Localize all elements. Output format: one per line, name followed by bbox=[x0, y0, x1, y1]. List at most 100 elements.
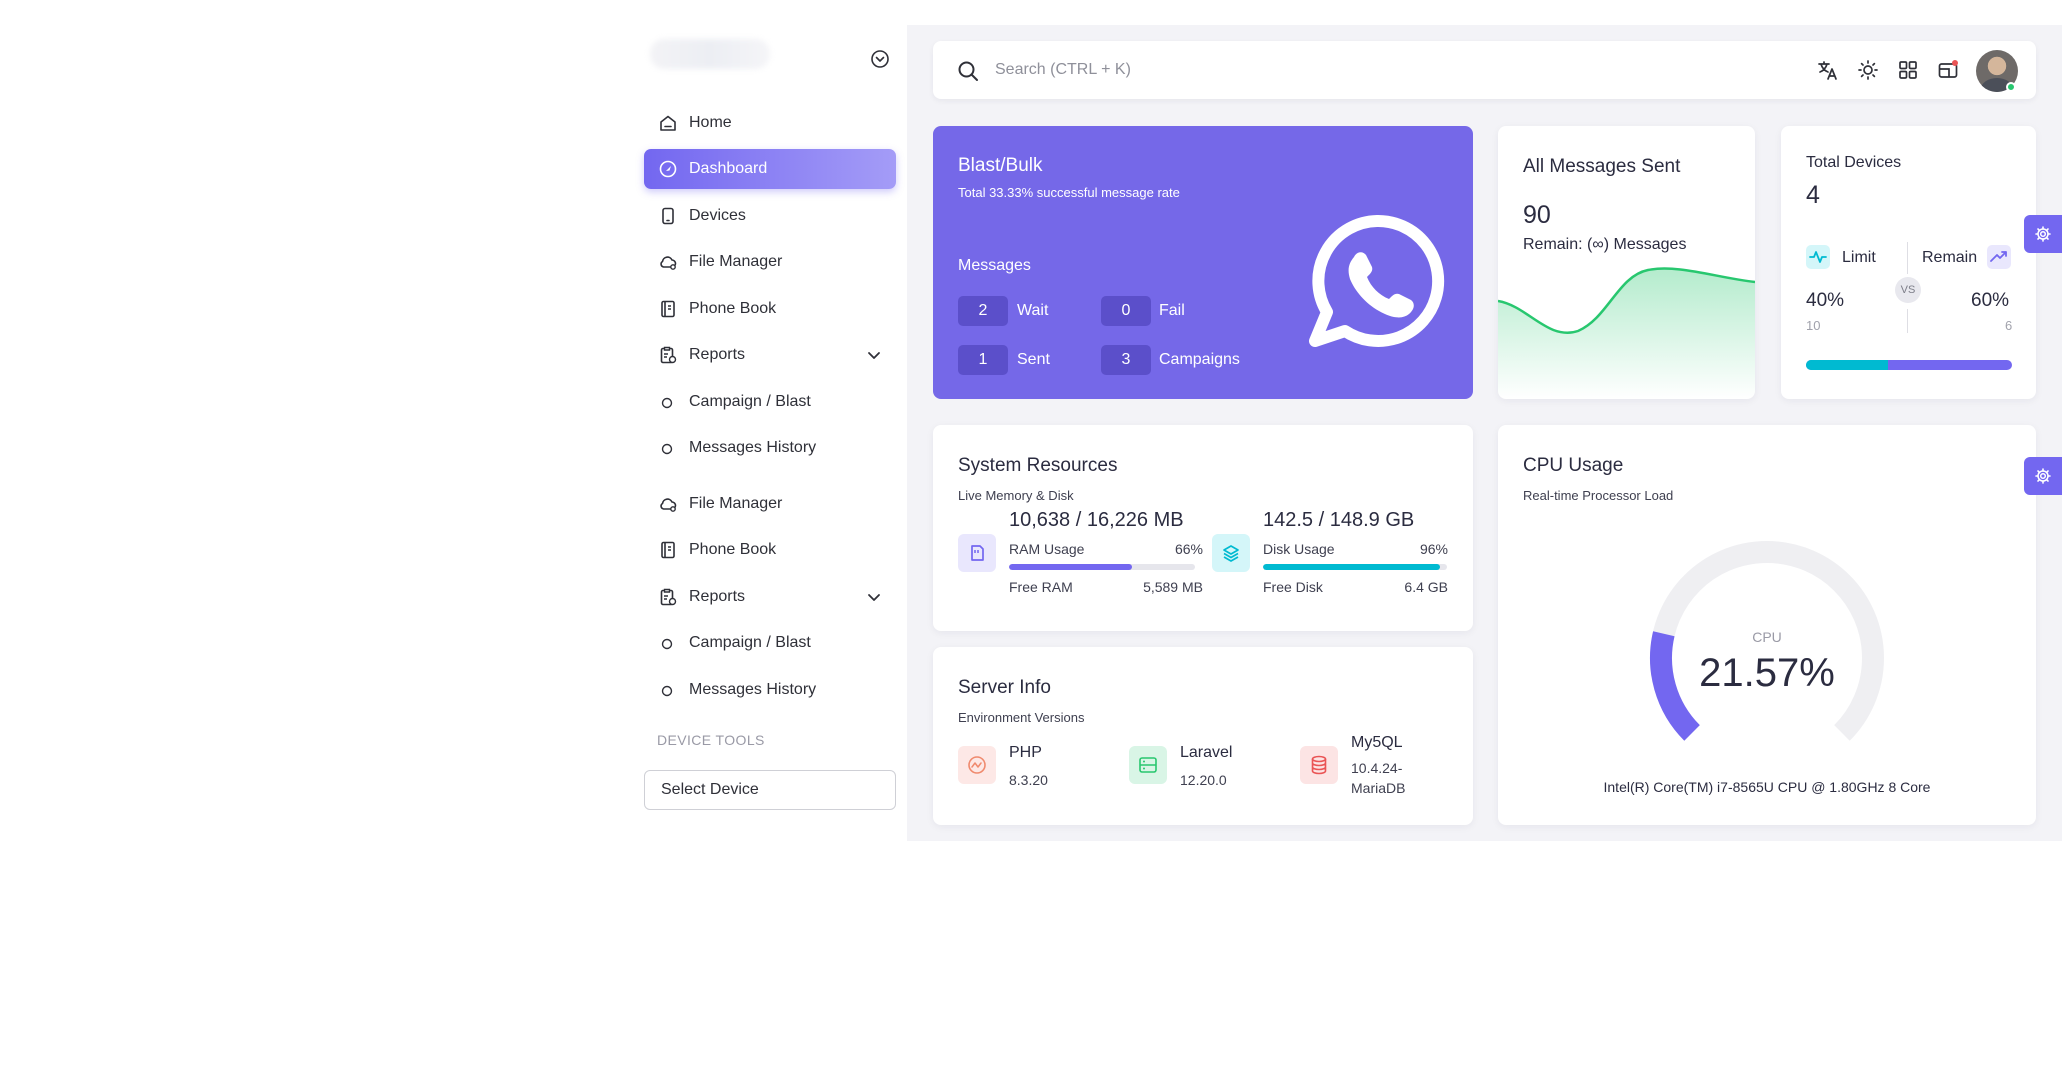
app-root: Home Dashboard Devices File Manager Phon… bbox=[0, 0, 2062, 1081]
phone-icon bbox=[658, 206, 678, 226]
layers-icon bbox=[1212, 534, 1250, 572]
card-title: Total Devices bbox=[1806, 154, 1902, 171]
sent-count: 1 bbox=[958, 345, 1008, 375]
cpu-value: 21.57% bbox=[1699, 651, 1835, 695]
search-icon[interactable] bbox=[957, 60, 979, 82]
brand-logo bbox=[650, 39, 770, 69]
laravel-version: 12.20.0 bbox=[1180, 772, 1227, 788]
mysql-name: My5QL bbox=[1351, 734, 1403, 751]
messages-sparkline bbox=[1498, 267, 1755, 399]
sidebar-item-messages-history[interactable]: Messages History bbox=[644, 670, 896, 710]
sidebar-item-file-manager[interactable]: File Manager bbox=[644, 242, 896, 282]
php-name: PHP bbox=[1009, 744, 1042, 761]
card-subtitle: Total 33.33% successful message rate bbox=[958, 185, 1180, 200]
card-subtitle: Live Memory & Disk bbox=[958, 488, 1074, 503]
free-ram-label: Free RAM bbox=[1009, 579, 1073, 595]
gauge-icon bbox=[658, 159, 678, 179]
book-icon bbox=[658, 299, 678, 319]
chevron-down-icon bbox=[866, 589, 882, 605]
whatsapp-icon bbox=[1307, 211, 1447, 351]
campaigns-label: Campaigns bbox=[1159, 351, 1240, 368]
sidebar-item-label: Phone Book bbox=[689, 300, 777, 317]
remain-percent: 60% bbox=[1971, 290, 2010, 311]
sidebar-item-label: Phone Book bbox=[689, 541, 777, 558]
sidebar-item-campaign-blast[interactable]: Campaign / Blast bbox=[644, 623, 896, 663]
messages-count: 90 bbox=[1523, 201, 1551, 229]
sidebar-item-phone-book[interactable]: Phone Book bbox=[644, 530, 896, 570]
customizer-toggle[interactable] bbox=[2024, 457, 2062, 495]
limit-label: Limit bbox=[1842, 249, 1876, 266]
sidebar-item-label: Messages History bbox=[689, 439, 817, 456]
sidebar-item-dashboard[interactable]: Dashboard bbox=[644, 149, 896, 189]
total-devices-card: Total Devices 4 Limit Remain VS 40% 60% … bbox=[1781, 126, 2036, 399]
ram-label: RAM Usage bbox=[1009, 541, 1085, 557]
sidebar-item-campaign-blast[interactable]: Campaign / Blast bbox=[644, 382, 896, 422]
select-device-dropdown[interactable]: Select Device bbox=[644, 770, 896, 810]
search-input[interactable] bbox=[995, 54, 1595, 86]
limit-percent: 40% bbox=[1806, 290, 1845, 311]
free-disk-value: 6.4 GB bbox=[1404, 579, 1448, 595]
sidebar-item-label: File Manager bbox=[689, 253, 783, 270]
sidebar-item-label: Home bbox=[689, 114, 732, 131]
cpu-model: Intel(R) Core(TM) i7-8565U CPU @ 1.80GHz… bbox=[1603, 779, 1931, 795]
devices-progress bbox=[1806, 360, 2012, 370]
section-title-device-tools: DEVICE TOOLS bbox=[657, 732, 765, 748]
sun-icon[interactable] bbox=[1857, 59, 1879, 81]
sidebar-item-messages-history[interactable]: Messages History bbox=[644, 428, 896, 468]
memory-icon bbox=[958, 534, 996, 572]
wait-label: Wait bbox=[1017, 302, 1049, 319]
circle-bullet-icon bbox=[661, 685, 673, 697]
translate-icon[interactable] bbox=[1817, 59, 1839, 81]
customizer-toggle[interactable] bbox=[2024, 215, 2062, 253]
cloud-icon bbox=[658, 252, 678, 272]
sidebar-item-reports[interactable]: Reports bbox=[644, 335, 896, 375]
sidebar-item-label: Dashboard bbox=[689, 160, 768, 177]
cpu-label: CPU bbox=[1752, 629, 1782, 645]
sidebar-item-phone-book[interactable]: Phone Book bbox=[644, 289, 896, 329]
divider bbox=[1907, 242, 1908, 274]
card-title: System Resources bbox=[958, 455, 1118, 476]
laravel-name: Laravel bbox=[1180, 744, 1233, 761]
php-icon bbox=[958, 746, 996, 784]
card-title: Server Info bbox=[958, 677, 1051, 698]
sidebar-item-label: Campaign / Blast bbox=[689, 393, 811, 410]
disk-label: Disk Usage bbox=[1263, 541, 1335, 557]
sidebar-item-file-manager[interactable]: File Manager bbox=[644, 484, 896, 524]
cloud-icon bbox=[658, 494, 678, 514]
circle-bullet-icon bbox=[661, 638, 673, 650]
sent-label: Sent bbox=[1017, 351, 1050, 368]
report-icon bbox=[658, 587, 678, 607]
card-subtitle: Environment Versions bbox=[958, 710, 1085, 725]
pulse-icon bbox=[1806, 245, 1830, 269]
mysql-version-line2: MariaDB bbox=[1351, 780, 1406, 796]
grid-icon[interactable] bbox=[1897, 59, 1919, 81]
disk-percent: 96% bbox=[1419, 541, 1448, 557]
card-title: CPU Usage bbox=[1523, 455, 1624, 476]
ram-progress-fill bbox=[1009, 564, 1132, 570]
main-content: Blast/Bulk Total 33.33% successful messa… bbox=[907, 25, 2062, 841]
devices-count: 4 bbox=[1806, 181, 1820, 209]
wait-count: 2 bbox=[958, 296, 1008, 326]
collapse-sidebar-icon[interactable] bbox=[870, 49, 890, 69]
free-disk-label: Free Disk bbox=[1263, 579, 1323, 595]
cpu-usage-card: CPU Usage Real-time Processor Load CPU 2… bbox=[1498, 425, 2036, 825]
ram-percent: 66% bbox=[1174, 541, 1203, 557]
notification-icon[interactable] bbox=[1937, 59, 1959, 81]
circle-bullet-icon bbox=[661, 397, 673, 409]
divider bbox=[1907, 309, 1908, 333]
messages-label: Messages bbox=[958, 257, 1031, 274]
card-title: Blast/Bulk bbox=[958, 155, 1043, 176]
sidebar: Home Dashboard Devices File Manager Phon… bbox=[620, 25, 907, 841]
sidebar-item-label: Messages History bbox=[689, 681, 817, 698]
disk-progress bbox=[1263, 564, 1447, 570]
sidebar-item-devices[interactable]: Devices bbox=[644, 196, 896, 236]
card-title: All Messages Sent bbox=[1523, 156, 1681, 177]
sidebar-item-home[interactable]: Home bbox=[644, 103, 896, 143]
devices-progress-fill bbox=[1806, 360, 1889, 370]
blast-bulk-card: Blast/Bulk Total 33.33% successful messa… bbox=[933, 126, 1473, 399]
book-icon bbox=[658, 540, 678, 560]
sidebar-item-label: Devices bbox=[689, 207, 746, 224]
sidebar-item-label: Reports bbox=[689, 588, 746, 605]
sidebar-item-reports[interactable]: Reports bbox=[644, 577, 896, 617]
disk-progress-fill bbox=[1263, 564, 1440, 570]
